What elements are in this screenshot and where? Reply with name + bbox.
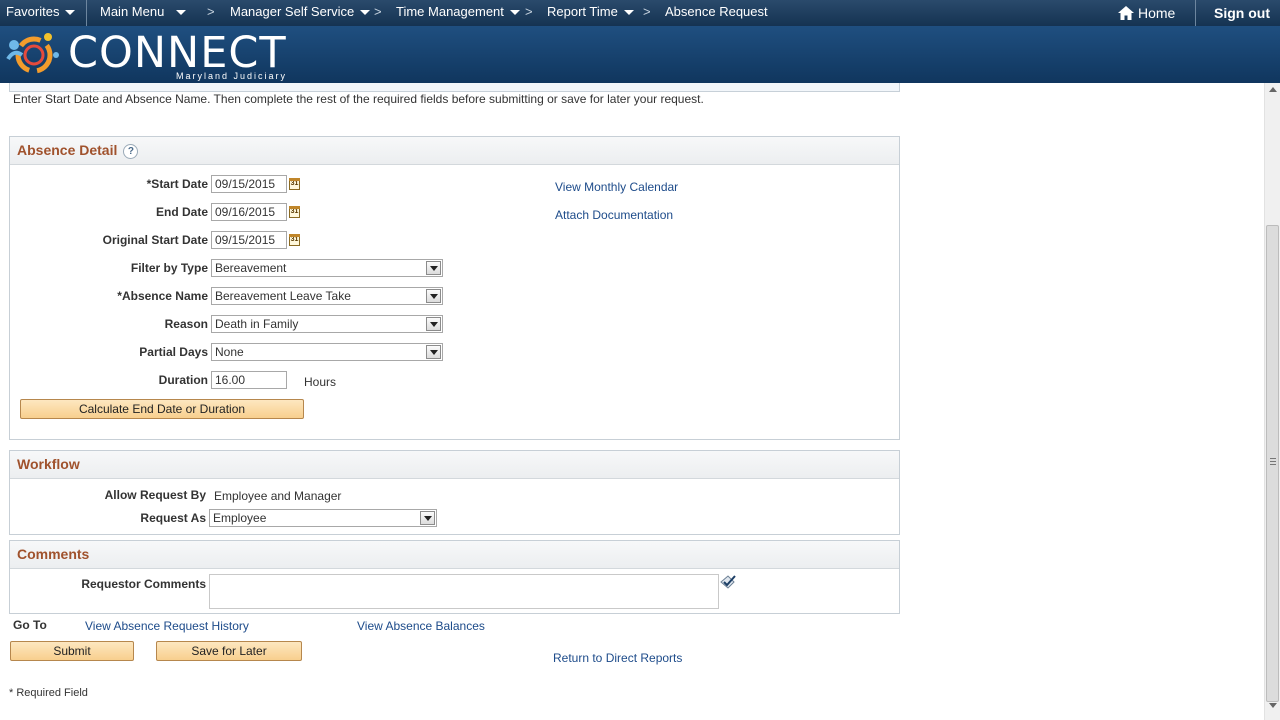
original-start-date-label: Original Start Date (102, 233, 208, 247)
end-date-input[interactable]: 09/16/2015 (211, 203, 287, 221)
chevron-down-icon (509, 10, 520, 16)
original-start-date-input[interactable]: 09/15/2015 (211, 231, 287, 249)
home-icon (1118, 6, 1134, 20)
breadcrumb-time-management[interactable]: Time Management (396, 4, 520, 19)
breadcrumb-label: Manager Self Service (230, 4, 355, 19)
breadcrumb-separator: > (525, 4, 533, 19)
filter-by-type-select[interactable]: Bereavement (211, 259, 443, 277)
duration-unit: Hours (304, 375, 337, 389)
absence-name-label: *Absence Name (117, 289, 208, 303)
workflow-title: Workflow (17, 456, 80, 472)
dropdown-arrow-icon[interactable] (426, 317, 441, 331)
help-icon[interactable]: ? (123, 144, 139, 159)
reason-label: Reason (164, 317, 208, 331)
duration-label: Duration (158, 373, 208, 387)
requestor-comments-textarea[interactable] (209, 574, 719, 609)
partial-days-value: None (215, 345, 244, 359)
vertical-scrollbar[interactable] (1264, 83, 1280, 720)
breadcrumb-separator: > (643, 4, 651, 19)
header-banner: CONNECT Maryland Judiciary (0, 26, 1280, 83)
breadcrumb-label: Time Management (396, 4, 504, 19)
breadcrumb-absence-request[interactable]: Absence Request (665, 4, 768, 19)
view-monthly-calendar-link[interactable]: View Monthly Calendar (555, 180, 678, 194)
favorites-menu[interactable]: Favorites (6, 4, 76, 19)
reason-value: Death in Family (215, 317, 299, 331)
sign-out-label: Sign out (1214, 5, 1270, 21)
view-absence-request-history-link[interactable]: View Absence Request History (85, 619, 249, 633)
go-to-label: Go To (13, 618, 47, 632)
top-nav-bar: Favorites Main Menu > Manager Self Servi… (0, 0, 1280, 26)
absence-detail-header: Absence Detail? (10, 137, 899, 165)
breadcrumb-report-time[interactable]: Report Time (547, 4, 634, 19)
request-as-label: Request As (140, 511, 206, 525)
instructions-text: Enter Start Date and Absence Name. Then … (13, 92, 704, 106)
comments-title: Comments (17, 546, 90, 562)
nav-divider (86, 0, 87, 26)
main-menu[interactable]: Main Menu (100, 4, 187, 19)
home-label: Home (1138, 5, 1176, 21)
allow-request-by-value: Employee and Manager (214, 489, 342, 503)
view-absence-balances-link[interactable]: View Absence Balances (357, 619, 485, 633)
calendar-icon[interactable]: 31 (289, 206, 300, 218)
return-to-direct-reports-link[interactable]: Return to Direct Reports (553, 651, 682, 665)
request-as-select[interactable]: Employee (209, 509, 437, 527)
breadcrumb-separator: > (374, 4, 382, 19)
breadcrumb-separator: > (207, 4, 215, 19)
save-for-later-button[interactable]: Save for Later (156, 641, 302, 661)
required-field-note: * Required Field (9, 687, 88, 699)
duration-input[interactable]: 16.00 (211, 371, 287, 389)
workflow-header: Workflow (10, 451, 899, 479)
sign-out-link[interactable]: Sign out (1214, 5, 1270, 21)
start-date-input[interactable]: 09/15/2015 (211, 175, 287, 193)
dropdown-arrow-icon[interactable] (426, 345, 441, 359)
requestor-comments-label: Requestor Comments (81, 577, 206, 591)
filter-by-type-value: Bereavement (215, 261, 287, 275)
comments-header: Comments (10, 541, 899, 569)
dropdown-arrow-icon[interactable] (426, 289, 441, 303)
calendar-icon[interactable]: 31 (289, 178, 300, 190)
attach-documentation-link[interactable]: Attach Documentation (555, 208, 673, 222)
connect-logo-icon (6, 33, 59, 74)
home-link[interactable]: Home (1118, 5, 1175, 21)
calculate-end-date-button[interactable]: Calculate End Date or Duration (20, 399, 304, 419)
partial-days-label: Partial Days (139, 345, 208, 359)
grip-icon (1270, 458, 1276, 465)
calendar-icon[interactable]: 31 (289, 234, 300, 246)
breadcrumb-label: Absence Request (665, 4, 768, 19)
dropdown-arrow-icon[interactable] (420, 511, 435, 525)
filter-by-type-label: Filter by Type (130, 261, 208, 275)
start-date-label: *Start Date (146, 177, 208, 191)
allow-request-by-label: Allow Request By (104, 488, 206, 502)
breadcrumb-manager-self-service[interactable]: Manager Self Service (230, 4, 371, 19)
absence-detail-group: Absence Detail? (9, 136, 900, 440)
reason-select[interactable]: Death in Family (211, 315, 443, 333)
dropdown-arrow-icon[interactable] (426, 261, 441, 275)
end-date-label: End Date (155, 205, 208, 219)
partial-days-select[interactable]: None (211, 343, 443, 361)
scrollbar-thumb[interactable] (1266, 225, 1279, 702)
absence-name-select[interactable]: Bereavement Leave Take (211, 287, 443, 305)
submit-button[interactable]: Submit (10, 641, 134, 661)
absence-detail-title: Absence Detail (17, 142, 118, 158)
nav-divider (1195, 0, 1196, 26)
instructions-group (9, 83, 900, 92)
scroll-up-arrow-icon[interactable] (1269, 87, 1277, 92)
chevron-down-icon (65, 10, 76, 16)
request-as-value: Employee (213, 511, 267, 525)
chevron-down-icon (623, 10, 634, 16)
breadcrumb-label: Report Time (547, 4, 618, 19)
chevron-down-icon (360, 10, 371, 16)
absence-name-value: Bereavement Leave Take (215, 289, 351, 303)
main-menu-label: Main Menu (100, 4, 165, 19)
spell-check-icon[interactable] (719, 574, 737, 590)
chevron-down-icon (176, 10, 187, 16)
scroll-down-arrow-icon[interactable] (1269, 703, 1277, 708)
favorites-label: Favorites (6, 4, 60, 19)
brand-subtitle: Maryland Judiciary (176, 71, 288, 81)
